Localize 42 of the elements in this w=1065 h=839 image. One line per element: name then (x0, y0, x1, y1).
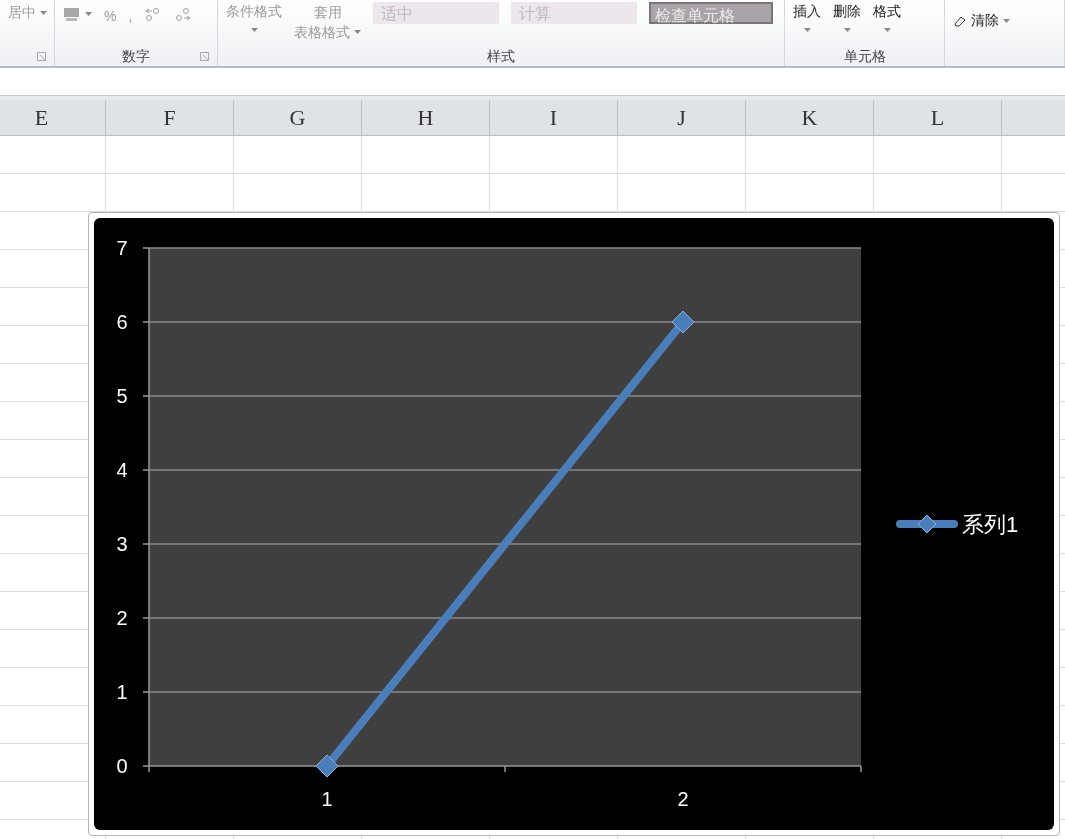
banknote-icon (63, 6, 81, 22)
eraser-icon (953, 14, 967, 27)
dialog-launcher-icon[interactable] (200, 52, 209, 61)
clear-button[interactable]: 清除 (953, 2, 1010, 31)
decimal-icon (174, 6, 193, 22)
data-point-marker (671, 310, 695, 334)
axis-label: 1 (321, 788, 333, 810)
group-label: 样式 (487, 46, 515, 66)
group-label: 单元格 (843, 46, 886, 66)
axis-label: 7 (116, 237, 128, 259)
caret-icon (843, 28, 851, 32)
axis-label: 0 (116, 755, 128, 777)
column-header[interactable]: F (106, 100, 234, 135)
axis-label: 5 (116, 385, 128, 407)
dialog-launcher-icon[interactable] (37, 52, 46, 61)
axis-label: 1 (116, 681, 128, 703)
caret-icon (40, 10, 47, 15)
axis-label: 4 (116, 459, 128, 481)
caret-icon (354, 30, 361, 34)
group-label: 数字 (122, 46, 150, 66)
column-header[interactable]: I (490, 100, 618, 135)
column-header[interactable]: H (362, 100, 490, 135)
ribbon-button[interactable]: 格式 (873, 2, 901, 32)
data-point-marker (315, 754, 339, 778)
column-header[interactable]: K (746, 100, 874, 135)
ribbon-button[interactable]: 插入 (793, 2, 821, 32)
ribbon-button[interactable]: 删除 (833, 2, 861, 32)
axis-label: 2 (677, 788, 689, 810)
axis-label: 3 (116, 533, 128, 555)
caret-icon (803, 28, 811, 32)
caret-icon (1003, 18, 1010, 23)
column-header[interactable]: J (618, 100, 746, 135)
column-header[interactable]: L (874, 100, 1002, 135)
caret-icon (85, 12, 92, 16)
legend-marker-icon (896, 514, 958, 534)
column-header[interactable]: G (234, 100, 362, 135)
axis-label: 6 (116, 311, 128, 333)
caret-icon (883, 28, 891, 32)
caret-icon (250, 28, 258, 32)
axis-label: 2 (116, 607, 128, 629)
column-header[interactable]: E (0, 100, 106, 135)
legend-label: 系列1 (962, 512, 1019, 537)
